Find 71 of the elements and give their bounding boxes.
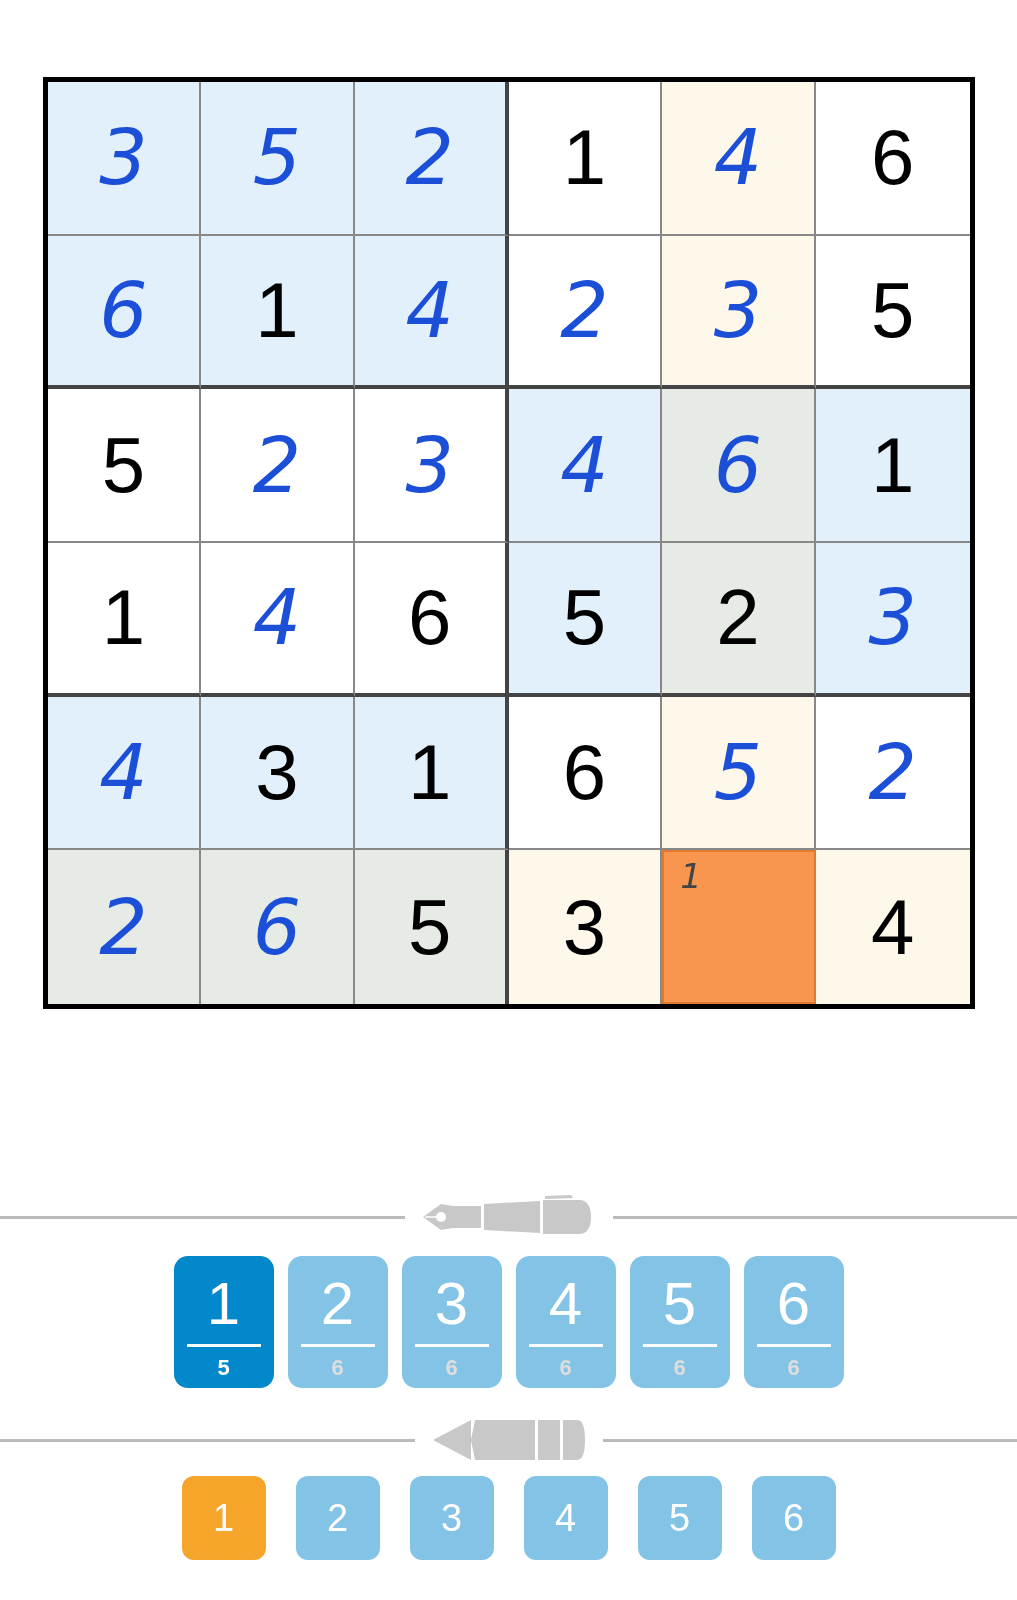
entered-digit: 5 bbox=[713, 728, 763, 817]
given-digit: 5 bbox=[101, 419, 145, 511]
grid-cell[interactable]: 1 bbox=[815, 389, 970, 543]
grid-cell[interactable]: 4 bbox=[508, 389, 663, 543]
grid-cell[interactable]: 1 bbox=[47, 543, 202, 697]
entered-digit: 6 bbox=[99, 266, 148, 355]
grid-cell[interactable]: 2 bbox=[662, 543, 816, 697]
grid-cell[interactable]: 2 bbox=[201, 389, 355, 543]
grid-cell[interactable]: 1 bbox=[354, 696, 509, 851]
entered-digit: 5 bbox=[252, 113, 302, 203]
given-digit: 2 bbox=[716, 572, 760, 664]
grid-cell[interactable]: 3 bbox=[508, 850, 663, 1004]
given-digit: 5 bbox=[870, 265, 915, 356]
grid-cell[interactable]: 4 bbox=[354, 235, 509, 390]
grid-cell[interactable]: 4 bbox=[47, 696, 202, 851]
pencil-note: 1 bbox=[680, 856, 702, 897]
given-digit: 3 bbox=[255, 727, 299, 818]
given-digit: 3 bbox=[562, 881, 606, 973]
entered-digit: 3 bbox=[99, 113, 148, 203]
grid-cell[interactable]: 2 bbox=[47, 850, 202, 1004]
entered-digit: 2 bbox=[99, 882, 148, 972]
grid-cell[interactable]: 5 bbox=[508, 543, 663, 697]
entered-digit: 3 bbox=[713, 266, 763, 355]
grid-cell[interactable]: 1 bbox=[201, 235, 355, 390]
given-digit: 6 bbox=[870, 112, 915, 204]
digit-button[interactable]: 1 5 bbox=[173, 1256, 274, 1388]
grid-cell[interactable]: 5 bbox=[201, 82, 355, 236]
entered-digit: 3 bbox=[868, 573, 917, 663]
grid-cell[interactable]: 3 bbox=[47, 82, 202, 236]
entered-digit: 2 bbox=[560, 266, 609, 355]
grid-cell[interactable]: 1 bbox=[662, 850, 816, 1004]
given-digit: 6 bbox=[562, 727, 606, 818]
grid-cell[interactable]: 6 bbox=[662, 389, 816, 543]
given-digit: 1 bbox=[101, 572, 145, 664]
given-digit: 1 bbox=[562, 112, 606, 204]
entered-digit: 4 bbox=[405, 266, 454, 355]
given-digit: 5 bbox=[562, 572, 606, 664]
given-digit: 5 bbox=[407, 881, 452, 973]
grid-cell[interactable]: 6 bbox=[201, 850, 355, 1004]
grid-cell[interactable]: 4 bbox=[201, 543, 355, 697]
given-digit: 6 bbox=[407, 572, 452, 664]
grid-cell[interactable]: 5 bbox=[662, 696, 816, 851]
given-digit: 1 bbox=[870, 419, 915, 511]
pencil-icon bbox=[432, 1418, 585, 1462]
entered-digit: 4 bbox=[99, 728, 148, 817]
entered-digit: 2 bbox=[868, 728, 917, 817]
entered-digit: 2 bbox=[405, 113, 454, 203]
grid-cell[interactable]: 3 bbox=[201, 696, 355, 851]
grid-cell[interactable]: 5 bbox=[47, 389, 202, 543]
entered-digit: 4 bbox=[252, 573, 302, 663]
grid-cell[interactable]: 6 bbox=[508, 696, 663, 851]
grid-cell[interactable]: 3 bbox=[354, 389, 509, 543]
grid-cell[interactable]: 1 bbox=[508, 82, 663, 236]
given-digit: 1 bbox=[255, 265, 299, 356]
given-digit: 4 bbox=[870, 881, 915, 973]
entered-digit: 3 bbox=[405, 420, 454, 510]
entered-digit: 6 bbox=[252, 882, 302, 972]
grid-cell[interactable]: 4 bbox=[662, 82, 816, 236]
entered-digit: 2 bbox=[252, 420, 302, 510]
grid-cell[interactable]: 2 bbox=[354, 82, 509, 236]
grid-cell[interactable]: 3 bbox=[815, 543, 970, 697]
entered-digit: 6 bbox=[713, 420, 763, 510]
grid-cell[interactable]: 4 bbox=[815, 850, 970, 1004]
grid-cell[interactable]: 6 bbox=[47, 235, 202, 390]
given-digit: 1 bbox=[407, 727, 452, 818]
grid-cell[interactable]: 3 bbox=[662, 235, 816, 390]
grid-cell[interactable]: 5 bbox=[354, 850, 509, 1004]
grid-cell[interactable]: 2 bbox=[508, 235, 663, 390]
entered-digit: 4 bbox=[560, 420, 609, 510]
grid-cell[interactable]: 6 bbox=[354, 543, 509, 697]
entered-digit: 4 bbox=[713, 113, 763, 203]
